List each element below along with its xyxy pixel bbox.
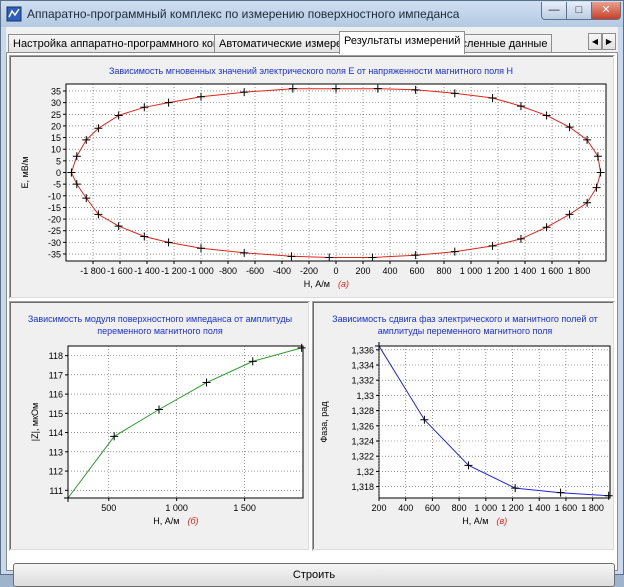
- chart-c-y-tick-label: 1,332: [351, 376, 374, 386]
- chart-a-x-tick-label: 1 400: [514, 266, 537, 276]
- chart-a-x-tick-label: 1 800: [568, 266, 591, 276]
- chart-panel-impedance: Зависимость модуля поверхностного импеда…: [9, 301, 310, 551]
- chart-a-y-tick-label: 20: [51, 121, 61, 131]
- chart-c-y-axis-label: Фаза, рад: [319, 401, 329, 443]
- chart-b-y-tick-label: 116: [49, 390, 63, 400]
- chart-a-y-tick-label: -15: [48, 203, 61, 213]
- chart-a-x-tick-label: 200: [355, 266, 370, 276]
- chart-c-x-tick-label: 200: [371, 503, 386, 513]
- chart-c-x-tick-label: 1 200: [501, 503, 524, 513]
- chart-a-x-axis-letter: (а): [338, 279, 349, 289]
- chart-b-plot-area: [67, 345, 304, 499]
- chart-panel-phase: Зависимость сдвига фаз электрического и …: [312, 301, 615, 551]
- chart-a-y-tick-label: -35: [48, 250, 61, 260]
- chart-a-x-tick-label: -200: [300, 266, 318, 276]
- chart-b-x-axis-letter: (б): [188, 516, 199, 526]
- tab-strip: Настройка аппаратно-программного комплек…: [6, 31, 618, 54]
- chart-a-y-tick-label: 35: [51, 86, 61, 96]
- chart-a-y-tick-label: 5: [56, 156, 61, 166]
- client-area: Настройка аппаратно-программного комплек…: [6, 27, 618, 587]
- chart-a-x-axis-label: H, А/м: [304, 279, 330, 289]
- chart-c-y-tick-label: 1,326: [351, 421, 374, 431]
- results-tab-page: Зависимость мгновенных значений электрич…: [6, 52, 618, 587]
- maximize-button[interactable]: □: [566, 2, 592, 20]
- chart-a-y-tick-label: -20: [48, 215, 61, 225]
- window-title: Аппаратно-программный комплекс по измере…: [27, 7, 460, 21]
- chart-a-x-tick-label: 600: [409, 266, 424, 276]
- chart-c-x-tick-label: 1 800: [581, 503, 604, 513]
- chart-c-y-tick-label: 1,336: [351, 345, 374, 355]
- chart-a-x-tick-label: -1 600: [107, 266, 133, 276]
- chart-b-x-tick-label: 1 500: [233, 503, 256, 513]
- chart-a-y-tick-label: 30: [51, 98, 61, 108]
- build-button[interactable]: Строить: [13, 563, 615, 587]
- chart-a-x-tick-label: -1 000: [188, 266, 214, 276]
- chart-b-y-tick-label: 114: [49, 428, 63, 438]
- chart-a-y-axis-label: E, мВ/м: [20, 157, 30, 189]
- chart-a-x-tick-label: -800: [219, 266, 237, 276]
- chart-panel-e-vs-h: Зависимость мгновенных значений электрич…: [9, 55, 615, 299]
- minimize-button[interactable]: —: [541, 2, 567, 20]
- chart-a-y-tick-label: -5: [53, 180, 61, 190]
- chart-a-x-tick-label: 0: [333, 266, 338, 276]
- tab-measurement-results[interactable]: Результаты измерений: [339, 31, 466, 54]
- chart-c-x-tick-label: 1 400: [528, 503, 551, 513]
- chart-a-y-tick-label: 25: [51, 110, 61, 120]
- chart-c-x-tick-label: 400: [398, 503, 413, 513]
- chart-a-y-tick-label: -30: [48, 238, 61, 248]
- chart-a-x-tick-label: 1 600: [541, 266, 564, 276]
- chart-a-x-tick-label: 400: [382, 266, 397, 276]
- chart-c-y-tick-label: 1,334: [351, 361, 374, 371]
- chart-c-x-tick-label: 1 600: [555, 503, 578, 513]
- chart-a-x-tick-label: -400: [273, 266, 291, 276]
- app-window: Аппаратно-программный комплекс по измере…: [0, 0, 624, 587]
- chart-b-y-tick-label: 115: [49, 409, 63, 419]
- chart-c-x-tick-label: 800: [452, 503, 467, 513]
- chart-impedance: 500 1 000 1 500 111 112 113 114 115 116 117 118 H, …: [30, 343, 306, 526]
- chart-c-x-tick-label: 600: [425, 503, 440, 513]
- tab-scroll-right-icon[interactable]: ▶: [602, 33, 616, 50]
- chart-b-y-tick-label: 113: [49, 447, 63, 457]
- chart-a-x-tick-label: -1 800: [80, 266, 106, 276]
- chart-b-y-axis-label: |Z|, мкОм: [30, 403, 40, 442]
- chart-phase: 200 400 600 800 1 000 1 200 1 400 1 600 1 800 1,3…: [319, 342, 613, 526]
- chart-a-x-tick-label: 1 200: [487, 266, 510, 276]
- chart-b-x-axis-label: H, А/м: [153, 516, 179, 526]
- chart-c-x-tick-label: 1 000: [475, 503, 498, 513]
- chart-a-y-tick-label: 10: [51, 145, 61, 155]
- chart-c-x-axis-label: H, А/м: [462, 516, 488, 526]
- chart-a-y-tick-label: -10: [48, 191, 61, 201]
- chart-b-y-tick-label: 117: [49, 370, 63, 380]
- chart-b-y-tick-label: 111: [49, 486, 63, 496]
- chart-c-y-tick-label: 1,32: [356, 467, 374, 477]
- chart-a-y-tick-label: -25: [48, 226, 61, 236]
- chart-c-y-tick-label: 1,322: [351, 452, 374, 462]
- chart-c-y-tick-label: 1,324: [351, 437, 374, 447]
- chart-c-plot-area: [378, 345, 611, 499]
- chart-c-y-tick-label: 1,318: [351, 482, 374, 492]
- chart-c-y-tick-label: 1,33: [356, 391, 374, 401]
- chart-e-vs-h: -1 800 -1 600 -1 400 -1 200 -1 000 -800 -600 -4…: [20, 83, 607, 289]
- chart-a-x-tick-label: -600: [246, 266, 264, 276]
- chart-b-x-tick-label: 1 000: [165, 503, 188, 513]
- tab-scroll-left-icon[interactable]: ◀: [588, 33, 602, 50]
- app-icon: [6, 6, 22, 22]
- close-button[interactable]: ✕: [591, 2, 621, 20]
- chart-b-x-tick-label: 500: [101, 503, 116, 513]
- chart-a-x-tick-label: 800: [436, 266, 451, 276]
- chart-c-y-tick-label: 1,328: [351, 406, 374, 416]
- chart-b-y-tick-label: 112: [49, 467, 63, 477]
- chart-a-x-tick-label: -1 200: [161, 266, 187, 276]
- chart-b-y-tick-label: 118: [49, 351, 63, 361]
- chart-a-y-tick-label: 0: [56, 168, 61, 178]
- chart-a-x-tick-label: 1 000: [460, 266, 483, 276]
- chart-c-x-axis-letter: (в): [497, 516, 508, 526]
- chart-a-y-tick-label: 15: [51, 133, 61, 143]
- chart-a-x-tick-label: -1 400: [134, 266, 160, 276]
- title-bar[interactable]: Аппаратно-программный комплекс по измере…: [1, 1, 623, 27]
